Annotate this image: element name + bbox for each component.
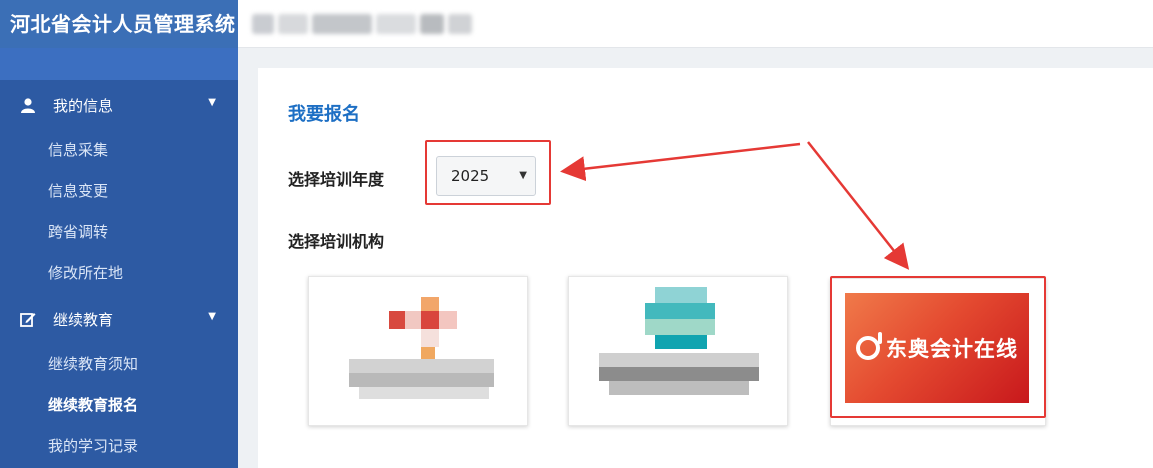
sidebar-item-change-location[interactable]: 修改所在地 [0,253,238,294]
org-card-1[interactable] [308,276,528,426]
top-bar: 河北省会计人员管理系统 [0,0,1153,48]
chevron-down-icon: ▼ [208,97,216,108]
year-label: 选择培训年度 [288,170,385,189]
org-label: 选择培训机构 [288,232,385,251]
menu-group-my-info[interactable]: 我的信息 ▼ [0,80,238,130]
edit-icon [20,311,36,327]
sidebar-item-info-collect[interactable]: 信息采集 [0,130,238,171]
sidebar-item-info-change[interactable]: 信息变更 [0,171,238,212]
menu-group-label: 我的信息 [53,96,114,115]
highlight-box-year [425,140,551,205]
blurred-user-info [252,12,480,36]
org-card-2[interactable] [568,276,788,426]
sidebar-item-study-record[interactable]: 我的学习记录 [0,426,238,467]
app-title: 河北省会计人员管理系统 [0,0,238,48]
sidebar-item-cross-province[interactable]: 跨省调转 [0,212,238,253]
menu-group-label: 继续教育 [53,310,114,329]
sidebar: 我的信息 ▼ 信息采集 信息变更 跨省调转 修改所在地 继续教育 ▼ 继续教育须… [0,48,238,468]
sidebar-item-edu-signup[interactable]: 继续教育报名 [0,385,238,426]
sidebar-strip [0,48,238,80]
sidebar-item-edu-notice[interactable]: 继续教育须知 [0,344,238,385]
user-icon [20,97,36,113]
highlight-box-org [830,276,1046,418]
section-title: 我要报名 [288,104,360,125]
menu-group-continuing-edu[interactable]: 继续教育 ▼ [0,294,238,344]
chevron-down-icon: ▼ [208,311,216,322]
